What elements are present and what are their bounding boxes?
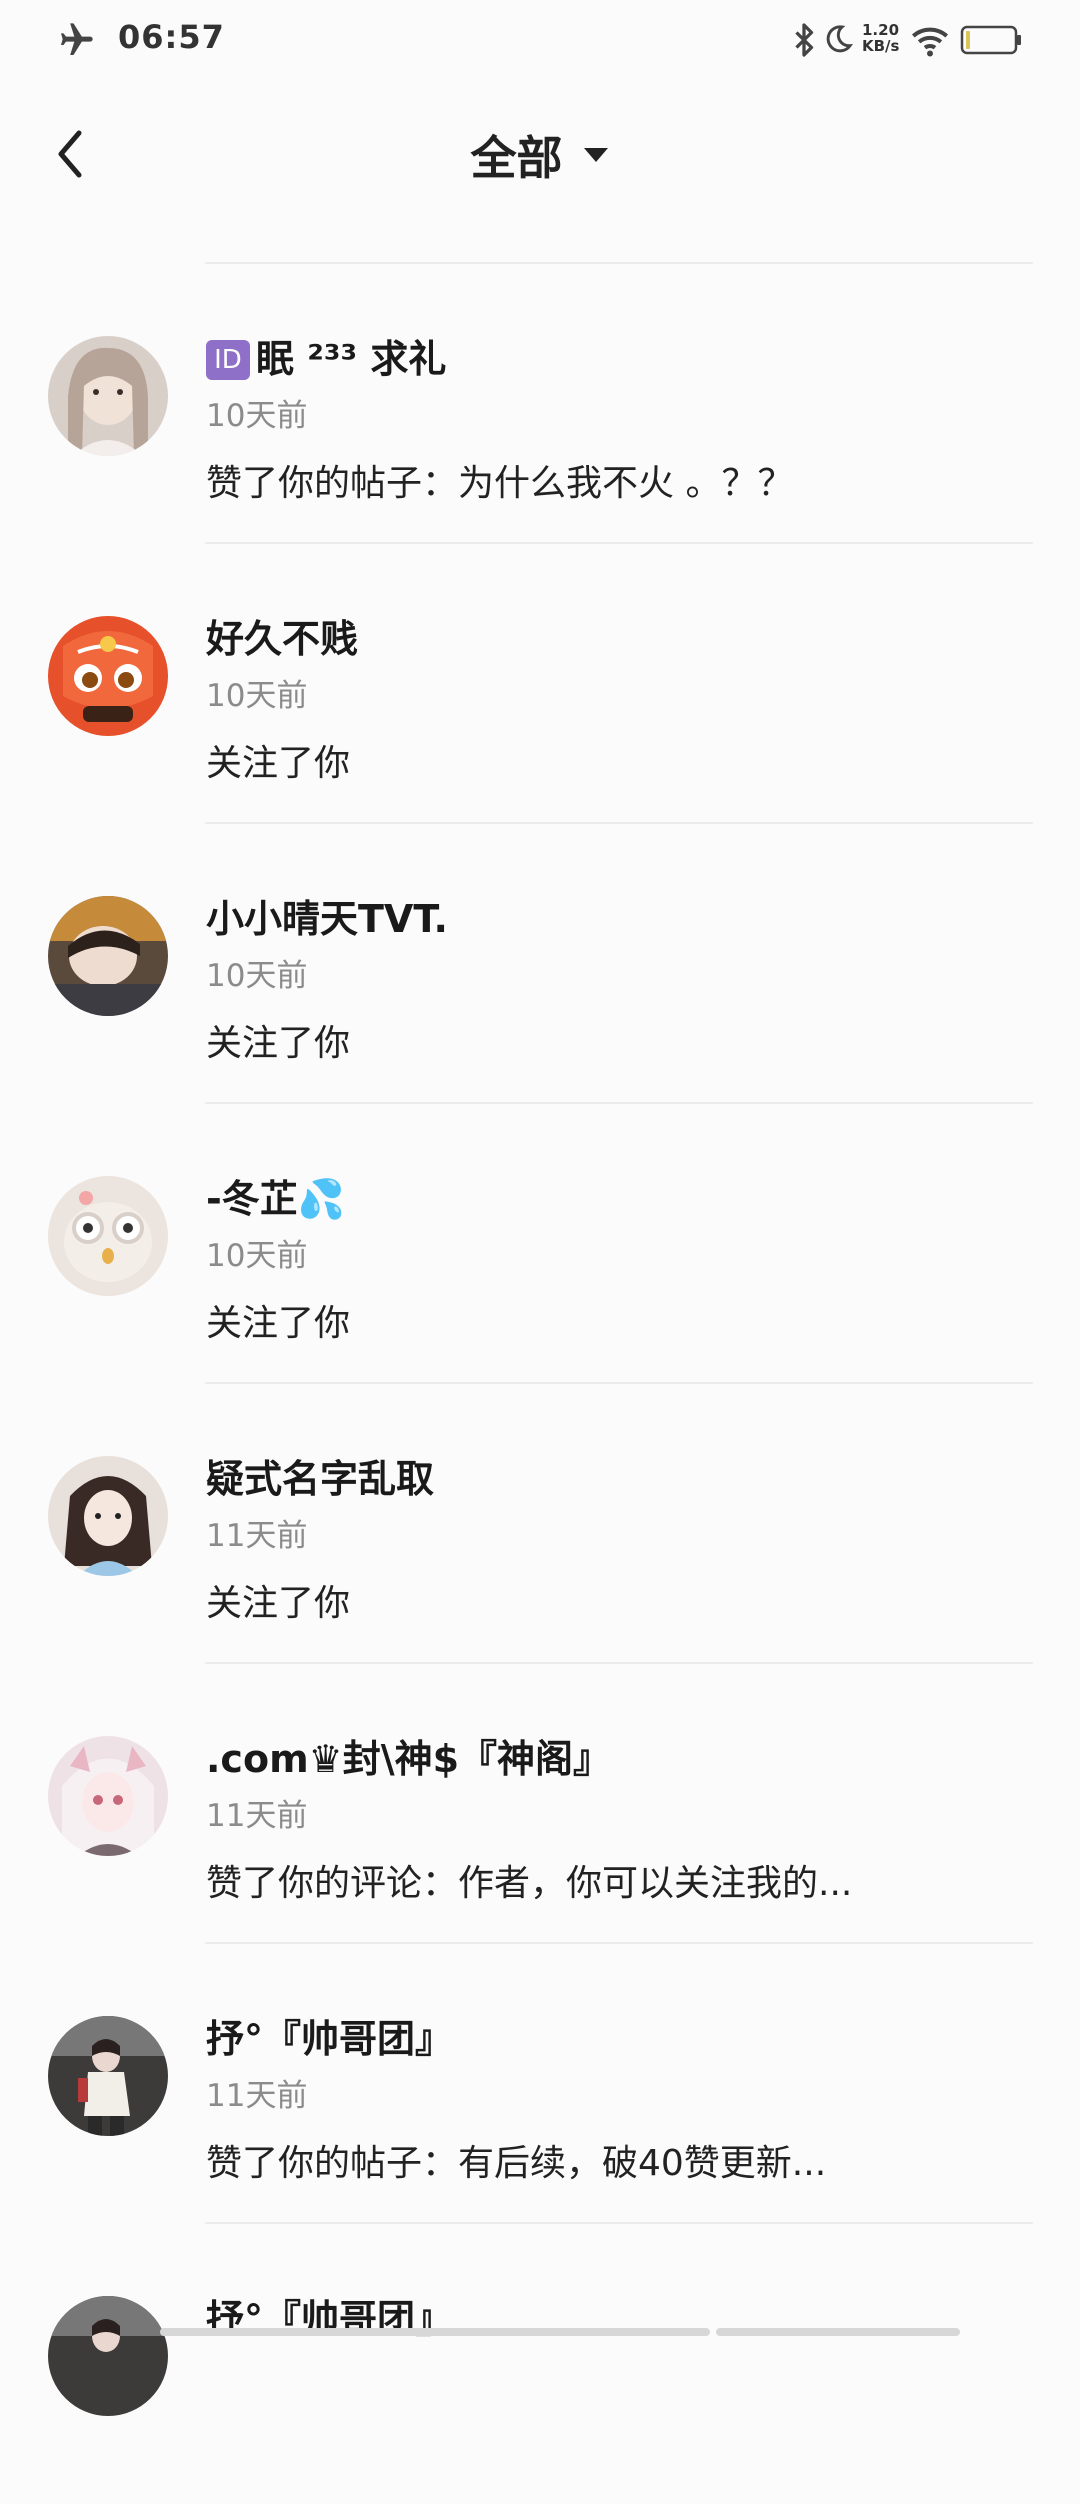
username[interactable]: 好久不贱 xyxy=(206,608,358,663)
notification-message: 关注了你 xyxy=(206,1023,351,1064)
status-bar: 06:57 1.20 KB/s xyxy=(0,0,1080,80)
avatar[interactable] xyxy=(48,336,168,456)
notification-item[interactable]: .com♛封\神$『神阁』 11天前 赞了你的评论：作者，你可以关注我的... xyxy=(0,1664,1080,1944)
notification-message: 关注了你 xyxy=(206,1303,351,1344)
airplane-icon xyxy=(61,23,93,55)
notification-message: 关注了你 xyxy=(206,1583,351,1624)
timestamp: 10天前 xyxy=(206,398,308,434)
username[interactable]: 小小晴天TVT. xyxy=(206,888,448,943)
scroll-indicator xyxy=(716,2328,960,2336)
triangle-down-icon xyxy=(583,148,608,162)
notification-message: 关注了你 xyxy=(206,743,351,784)
battery-icon xyxy=(960,25,1021,55)
page-title: 全部 xyxy=(470,131,563,185)
timestamp: 10天前 xyxy=(206,958,308,994)
avatar[interactable] xyxy=(48,2016,168,2136)
notification-message: 赞了你的帖子：有后续，破40赞更新... xyxy=(206,2143,827,2184)
avatar[interactable] xyxy=(48,616,168,736)
timestamp: 11天前 xyxy=(206,1798,308,1834)
notification-item[interactable]: 好久不贱 10天前 关注了你 xyxy=(0,544,1080,824)
avatar[interactable] xyxy=(48,1176,168,1296)
clock: 06:57 xyxy=(118,18,225,56)
notification-item[interactable]: 疑式名字乱取 11天前 关注了你 xyxy=(0,1384,1080,1664)
notification-message: 赞了你的帖子：为什么我不火 。？？ xyxy=(206,463,794,504)
notification-message: 赞了你的评论：作者，你可以关注我的... xyxy=(206,1863,853,1904)
timestamp: 11天前 xyxy=(206,2078,308,2114)
username[interactable]: -冬芷💦 xyxy=(206,1168,345,1223)
network-speed: 1.20 KB/s xyxy=(862,21,900,55)
scroll-indicator xyxy=(160,2328,710,2336)
timestamp: 10天前 xyxy=(206,678,308,714)
moon-icon xyxy=(826,25,853,53)
notification-item[interactable]: 抒°『帅哥团』 11天前 赞了你的帖子：有后续，破40赞更新... xyxy=(0,1944,1080,2224)
username[interactable]: 疑式名字乱取 xyxy=(206,1448,434,1503)
username[interactable]: 抒°『帅哥团』 xyxy=(206,2008,453,2063)
timestamp: 10天前 xyxy=(206,1238,308,1274)
avatar[interactable] xyxy=(48,896,168,1016)
notification-item[interactable]: -冬芷💦 10天前 关注了你 xyxy=(0,1104,1080,1384)
wifi-icon xyxy=(912,27,948,57)
username[interactable]: ID 眠 ²³³ 求礼 xyxy=(206,328,446,383)
notification-list: ID 眠 ²³³ 求礼 10天前 赞了你的帖子：为什么我不火 。？？ 好久不贱 1… xyxy=(0,264,1080,2504)
avatar[interactable] xyxy=(48,1736,168,1856)
notification-item[interactable]: ID 眠 ²³³ 求礼 10天前 赞了你的帖子：为什么我不火 。？？ xyxy=(0,264,1080,544)
notification-item[interactable]: 抒°『帅哥团』 xyxy=(0,2224,1080,2504)
avatar[interactable] xyxy=(48,2296,168,2416)
username[interactable]: .com♛封\神$『神阁』 xyxy=(206,1728,611,1783)
header: 全部 xyxy=(0,110,1080,200)
timestamp: 11天前 xyxy=(206,1518,308,1554)
notification-item[interactable]: 小小晴天TVT. 10天前 关注了你 xyxy=(0,824,1080,1104)
avatar[interactable] xyxy=(48,1456,168,1576)
id-badge: ID xyxy=(206,340,250,380)
bluetooth-icon xyxy=(795,23,814,57)
filter-dropdown[interactable]: 全部 xyxy=(0,122,1080,188)
